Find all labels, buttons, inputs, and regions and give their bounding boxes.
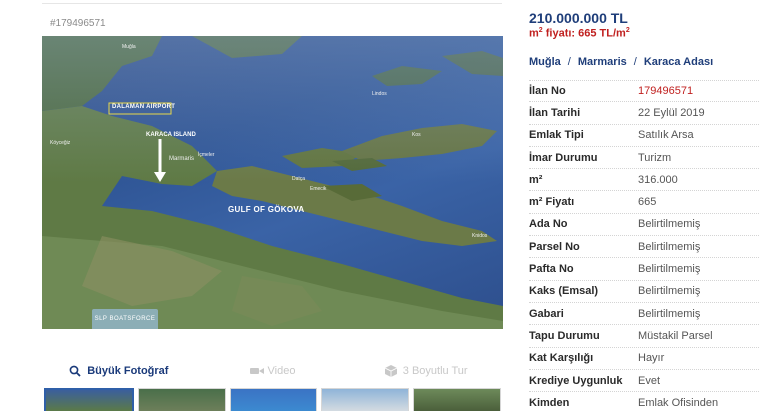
info-row: Parsel No Belirtilmemiş [529,236,759,259]
place-label: Muğla [122,44,136,50]
tab-video-label: Video [267,365,296,377]
listing-info-table: İlan No 179496571 İlan Tarihi 22 Eylül 201… [529,80,759,411]
breadcrumb: Muğla / Marmaris / Karaca Adası [529,56,714,68]
place-label: Marmaris [169,156,194,162]
video-camera-icon [249,365,264,377]
info-row: Gabari Belirtilmemiş [529,303,759,326]
thumbnail[interactable] [229,388,318,411]
info-row: Kaks (Emsal) Belirtilmemiş [529,281,759,303]
unit-price: m2 fiyatı: 665 TL/m2 [529,27,630,40]
aerial-map-image [42,36,503,329]
tab-video[interactable]: Video [196,357,350,385]
breadcrumb-city[interactable]: Muğla [529,56,561,68]
breadcrumb-neighborhood[interactable]: Karaca Adası [644,56,713,68]
info-row: Pafta No Belirtilmemiş [529,258,759,281]
thumbnail[interactable] [413,388,501,411]
cube-icon [384,365,397,377]
info-row: Ada No Belirtilmemiş [529,214,759,237]
thumbnail-strip [42,388,503,411]
listing-code: #179496571 [50,18,106,29]
info-row: m² 316.000 [529,169,759,192]
info-row: Kat Karşılığı Hayır [529,348,759,370]
breadcrumb-district[interactable]: Marmaris [578,56,627,68]
info-row: Emlak Tipi Satılık Arsa [529,125,759,147]
airport-label: DALAMAN AIRPORT [112,104,176,110]
thumbnail[interactable] [44,388,134,411]
place-label: Datça [292,176,306,182]
main-photo[interactable]: DALAMAN AIRPORT KARACA ISLAND GULF OF GÖ… [42,36,503,329]
info-row: m² Fiyatı 665 [529,191,759,214]
listing-price: 210.000.000 TL [529,10,628,26]
gulf-label: GULF OF GÖKOVA [228,205,305,214]
tab-3d-tour[interactable]: 3 Boyutlu Tur [349,357,503,385]
info-row: İmar Durumu Turizm [529,147,759,170]
top-divider [42,0,502,4]
magnifier-icon [69,365,81,377]
place-label: Lindos [372,91,387,97]
tab-3d-tour-label: 3 Boyutlu Tur [402,365,468,377]
place-label: Köyceğiz [50,140,71,146]
photo-tabs: Büyük Fotoğraf Video 3 Boyutlu Tur [42,357,503,385]
info-row: İlan No 179496571 [529,80,759,103]
place-label: Emecik [310,186,327,192]
thumbnail[interactable] [321,388,410,411]
island-label: KARACA ISLAND [146,132,196,138]
info-row: İlan Tarihi 22 Eylül 2019 [529,102,759,125]
place-label: Kos [412,132,421,138]
place-label: Knidos [472,233,488,239]
info-row: Tapu Durumu Müstakil Parsel [529,325,759,348]
info-row: Krediye Uygunluk Evet [529,370,759,393]
watermark-logo: SLP BOATSFORCE [92,309,158,329]
place-label: İçmeler [198,152,215,158]
tab-large-photo-label: Büyük Fotoğraf [87,365,169,377]
tab-large-photo[interactable]: Büyük Fotoğraf [42,357,196,385]
info-row: Kimden Emlak Ofisinden [529,392,759,411]
thumbnail[interactable] [137,388,226,411]
